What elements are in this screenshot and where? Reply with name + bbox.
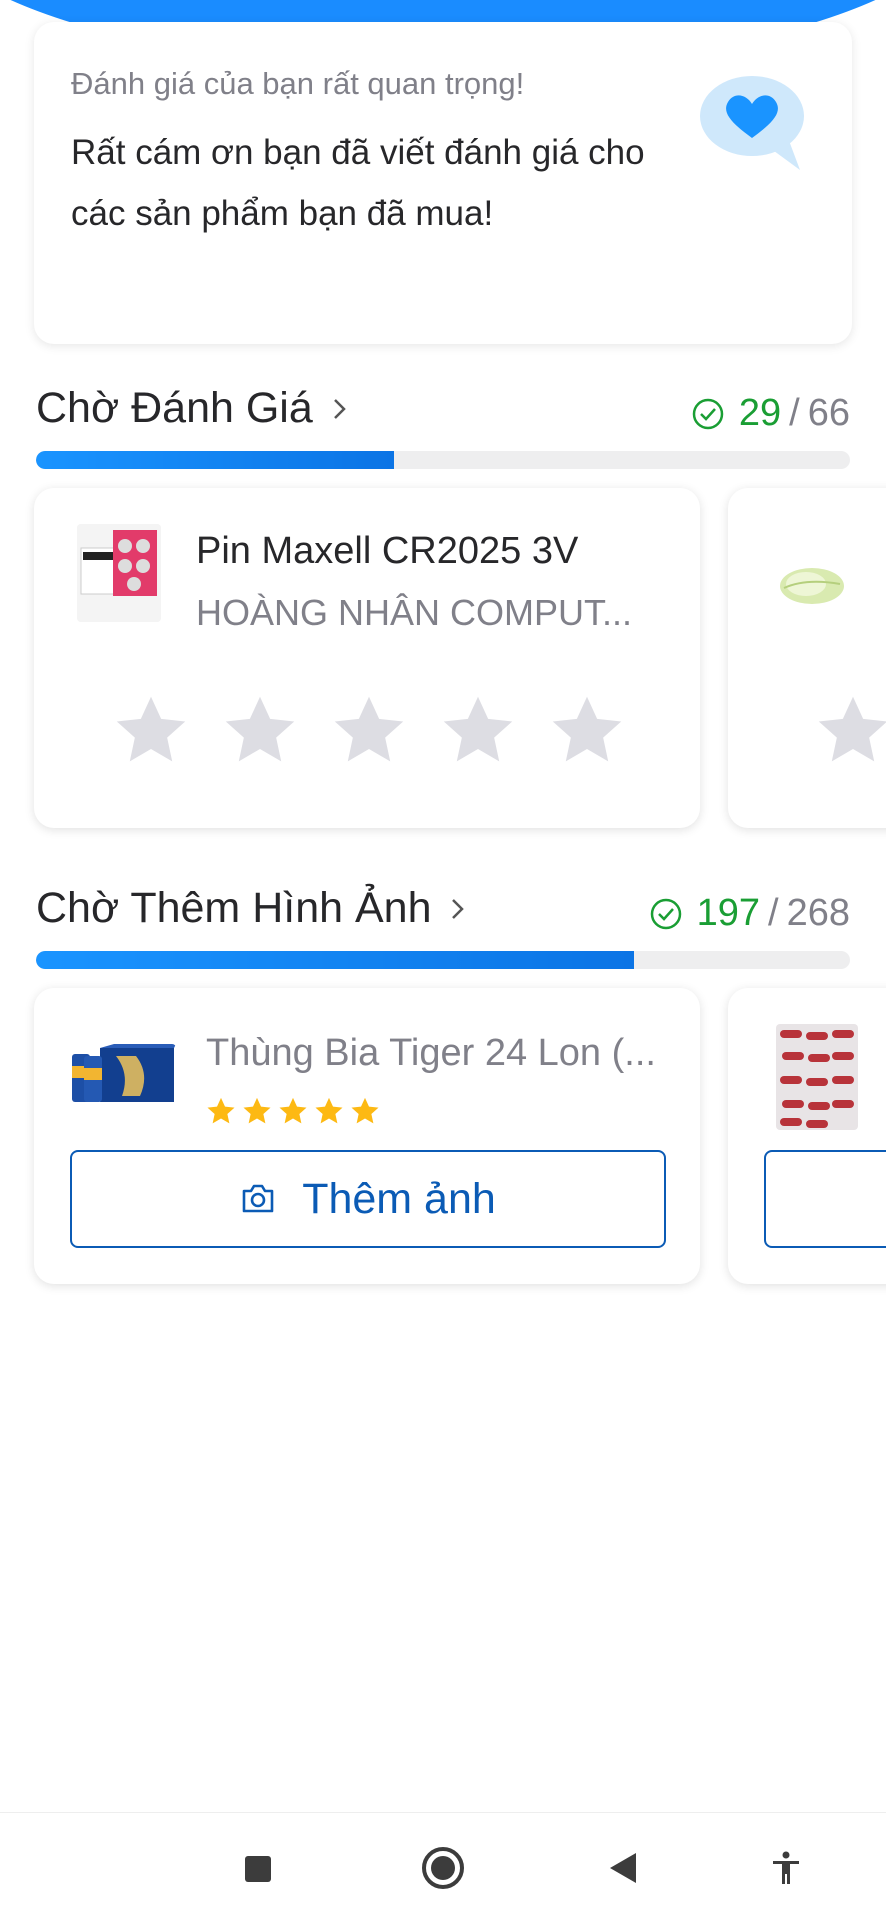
star-2-icon: [243, 1097, 271, 1124]
product-seller: HOÀNG NHÂN COMPUT...: [196, 592, 633, 633]
review-center-screen: Đánh giá của bạn rất quan trọng! Rất cám…: [0, 0, 886, 1920]
pending-photos-header[interactable]: Chờ Thêm Hình Ảnh 197/268: [36, 884, 850, 944]
review-product-card[interactable]: Pin Maxell CR2025 3V HOÀNG NHÂN COMPUT..…: [34, 488, 700, 828]
pending-photos-total: 268: [786, 892, 850, 934]
star-3-icon[interactable]: [330, 692, 408, 768]
add-photo-label: Thêm ảnh: [302, 1174, 496, 1223]
pending-reviews-progress: [36, 451, 850, 469]
rating-stars: [206, 1096, 380, 1126]
count-separator: /: [789, 392, 800, 434]
product-thumbnail[interactable]: [776, 1024, 858, 1130]
pending-photos-count: 197/268: [649, 892, 850, 935]
pending-reviews-total: 66: [807, 392, 850, 434]
camera-icon: [242, 1184, 274, 1213]
pending-reviews-count: 29/66: [691, 392, 850, 435]
system-nav-bar: [0, 1812, 886, 1920]
star-5-icon[interactable]: [548, 692, 626, 768]
chevron-right-icon: [452, 898, 465, 919]
greeting-card: Đánh giá của bạn rất quan trọng! Rất cám…: [34, 22, 852, 344]
pending-reviews-done: 29: [738, 392, 782, 434]
star-5-icon: [351, 1097, 379, 1124]
recent-apps-icon[interactable]: [244, 1855, 272, 1883]
star-1-icon: [207, 1097, 235, 1124]
pending-photos-done: 197: [696, 892, 761, 934]
lettuce-image: [780, 568, 844, 604]
check-circle-icon: [692, 398, 724, 429]
check-circle-icon: [650, 898, 681, 929]
add-photo-button[interactable]: [764, 1150, 886, 1248]
greeting-message: Rất cám ơn bạn đã viết đánh giá cho các …: [71, 133, 645, 233]
product-name: Thùng Bia Tiger 24 Lon (...: [206, 1032, 656, 1074]
rating-stars: [112, 692, 626, 768]
product-thumbnail[interactable]: [70, 1044, 176, 1106]
greeting-subtitle: Đánh giá của bạn rất quan trọng!: [71, 66, 525, 101]
star-3-icon: [279, 1097, 307, 1124]
product-thumbnail[interactable]: [77, 524, 161, 622]
star-1-icon[interactable]: [814, 692, 886, 768]
heart-bubble-icon: [700, 76, 804, 170]
progress-fill: [36, 451, 395, 469]
star-1-icon[interactable]: [112, 692, 190, 768]
pending-reviews-title: Chờ Đánh Giá: [36, 384, 313, 432]
photo-product-card[interactable]: Thùng Bia Tiger 24 Lon (... Thêm ảnh: [34, 988, 700, 1284]
home-icon[interactable]: [420, 1845, 466, 1891]
battery-pack-image: [77, 524, 161, 622]
back-icon[interactable]: [608, 1851, 638, 1885]
pending-reviews-header[interactable]: Chờ Đánh Giá 29/66: [36, 384, 850, 444]
beer-case-image: [70, 1044, 176, 1106]
star-2-icon[interactable]: [221, 692, 299, 768]
pending-photos-title: Chờ Thêm Hình Ảnh: [36, 884, 432, 932]
review-product-card-next[interactable]: [728, 488, 886, 828]
chevron-right-icon: [333, 398, 346, 419]
sausage-image: [776, 1024, 858, 1130]
count-separator: /: [768, 892, 779, 934]
accessibility-icon[interactable]: [770, 1851, 802, 1885]
add-photo-button[interactable]: Thêm ảnh: [70, 1150, 666, 1248]
photo-product-card-next[interactable]: [728, 988, 886, 1284]
progress-fill: [36, 951, 635, 969]
pending-photos-progress: [36, 951, 850, 969]
star-4-icon: [315, 1097, 343, 1124]
star-4-icon[interactable]: [439, 692, 517, 768]
product-name: Pin Maxell CR2025 3V: [196, 530, 579, 572]
